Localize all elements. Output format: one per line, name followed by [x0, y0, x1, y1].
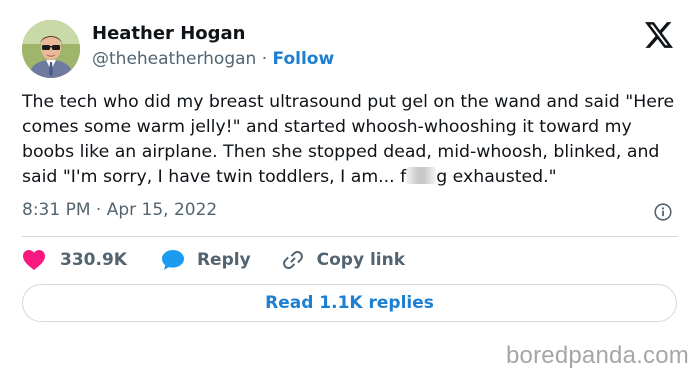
- heart-icon: [23, 250, 45, 270]
- tweet-text: The tech who did my breast ultrasound pu…: [22, 90, 682, 190]
- reply-button[interactable]: Reply: [161, 249, 251, 271]
- speech-bubble-icon: [161, 250, 184, 270]
- reply-label: Reply: [196, 250, 251, 270]
- link-icon: [282, 250, 303, 270]
- copy-link-label: Copy link: [316, 250, 406, 270]
- follow-button[interactable]: Follow: [273, 49, 335, 69]
- tweet-card: Heather Hogan @theheatherhogan · Follow …: [0, 0, 700, 380]
- like-count: 330.9K: [60, 250, 127, 270]
- avatar[interactable]: [22, 20, 80, 78]
- like-button[interactable]: 330.9K: [22, 249, 127, 271]
- author-name[interactable]: Heather Hogan: [92, 22, 245, 46]
- separator: ·: [261, 49, 268, 69]
- x-logo-icon[interactable]: [645, 22, 673, 48]
- info-icon[interactable]: [654, 203, 672, 221]
- action-bar: 330.9K Reply Copy link: [22, 247, 405, 273]
- author-handle-row: @theheatherhogan · Follow: [92, 47, 334, 71]
- tweet-text-part-1: The tech who did my breast ultrasound pu…: [22, 92, 675, 187]
- read-replies-button[interactable]: Read 1.1K replies: [22, 284, 677, 322]
- divider: [22, 236, 678, 237]
- author-handle[interactable]: @theheatherhogan: [92, 49, 256, 69]
- tweet-text-part-2: g exhausted.": [436, 167, 557, 187]
- tweet-timestamp[interactable]: 8:31 PM · Apr 15, 2022: [22, 198, 217, 222]
- profile-photo-icon: [22, 20, 80, 78]
- copy-link-button[interactable]: Copy link: [281, 248, 405, 272]
- censored-word-blur: [406, 167, 437, 184]
- watermark: boredpanda.com: [506, 342, 689, 369]
